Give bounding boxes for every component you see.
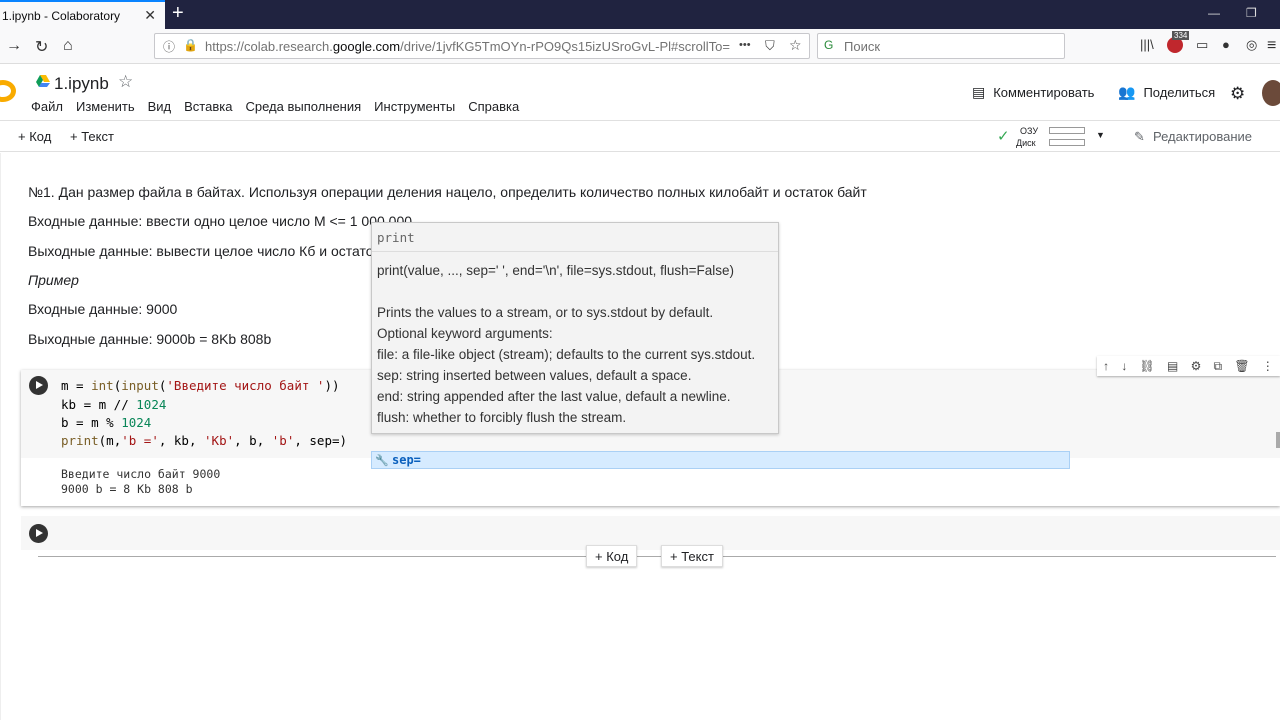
tooltip-doc-line: Optional keyword arguments: (377, 326, 553, 341)
example-input-line: Входные данные: 9000 (28, 301, 178, 317)
task-line: №1. Дан размер файла в байтах. Используя… (28, 184, 867, 200)
resources-indicator[interactable]: ОЗУ Диск (1016, 125, 1085, 149)
comment-icon: ▤ (972, 84, 986, 100)
comment-cell-icon[interactable]: ▤ (1167, 359, 1178, 373)
star-icon[interactable]: ☆ (118, 72, 133, 92)
add-code-button[interactable]: + Код (586, 545, 638, 567)
home-icon[interactable]: ⌂ (63, 37, 73, 55)
tooltip-doc-line: file: a file-like object (stream); defau… (377, 347, 756, 362)
wrench-icon: 🔧 (375, 454, 389, 467)
code-line-4: print(m,'b =', kb, 'Kb', b, 'b', sep=) (61, 433, 348, 448)
output-spec-line: Выходные данные: вывести целое число Кб … (28, 243, 414, 259)
menu-tools[interactable]: Инструменты (374, 99, 455, 114)
menu-runtime[interactable]: Среда выполнения (245, 99, 361, 114)
ram-label: ОЗУ (1020, 126, 1039, 136)
autocomplete-item[interactable]: 🔧 sep= (371, 451, 1070, 469)
share-label: Поделиться (1143, 85, 1216, 100)
editing-mode-button[interactable]: Редактирование (1153, 129, 1252, 144)
share-button[interactable]: 👥 Поделиться (1118, 84, 1215, 101)
drive-icon[interactable] (36, 75, 50, 87)
menu-view[interactable]: Вид (148, 99, 172, 114)
browser-titlebar: 1.ipynb - Colaboratory ✕ + — ❐ (0, 0, 1280, 29)
browser-tab[interactable]: 1.ipynb - Colaboratory ✕ (0, 0, 165, 29)
cell-toolbar: ↑ ↓ ⛓ ▤ ⚙ ⧉ 🗑 ⋮ (1097, 356, 1280, 376)
disk-bar (1049, 139, 1085, 146)
library-icon[interactable]: |||\ (1140, 37, 1154, 52)
sync-icon[interactable]: ● (1222, 37, 1230, 52)
run-cell-button[interactable] (29, 524, 48, 543)
ram-bar (1049, 127, 1085, 134)
page-actions-icon[interactable]: ••• (739, 39, 751, 51)
input-spec-line: Входные данные: ввести одно целое число … (28, 213, 413, 229)
output-line-2: 9000 b = 8 Kb 808 b (61, 482, 193, 496)
delete-cell-icon[interactable]: 🗑 (1234, 359, 1249, 373)
connected-check-icon: ✓ (997, 128, 1010, 145)
search-bar[interactable]: G Поиск (817, 33, 1065, 59)
pocket-icon[interactable]: ⛉ (765, 38, 775, 54)
link-icon[interactable]: ⛓ (1140, 359, 1155, 373)
comment-button[interactable]: ▤ Комментировать (972, 84, 1094, 101)
add-text-button[interactable]: + Текст (70, 129, 114, 144)
more-options-icon[interactable]: ⋮ (1262, 359, 1274, 373)
tooltip-doc-line: sep: string inserted between values, def… (377, 368, 692, 383)
new-tab-button[interactable]: + (172, 3, 184, 23)
info-icon[interactable]: ⓘ (163, 38, 175, 55)
extension-icon[interactable]: ◎ (1246, 37, 1257, 53)
move-up-icon[interactable]: ↑ (1103, 359, 1109, 373)
browser-navbar: → ↻ ⌂ ⓘ 🔒 https://colab.research.google.… (0, 29, 1280, 64)
autocomplete-label: sep= (392, 453, 421, 467)
cell-settings-icon[interactable]: ⚙ (1191, 359, 1202, 373)
empty-code-cell[interactable] (21, 516, 1280, 550)
example-heading: Пример (28, 272, 79, 288)
avatar[interactable] (1262, 80, 1280, 106)
bookmark-star-icon[interactable]: ☆ (789, 37, 802, 54)
code-line-3: b = m % 1024 (61, 415, 152, 430)
url-bar[interactable]: ⓘ 🔒 https://colab.research.google.com/dr… (154, 33, 810, 59)
notebook-toolbar: + Код + Текст ✓ ОЗУ Диск ▼ ✎ Редактирова… (0, 120, 1280, 152)
minimize-icon[interactable]: — (1208, 6, 1220, 20)
tooltip-doc-line: flush: whether to forcibly flush the str… (377, 410, 627, 425)
add-text-button[interactable]: + Текст (661, 545, 723, 567)
add-cell-divider (38, 556, 1276, 557)
resources-dropdown-icon[interactable]: ▼ (1096, 130, 1105, 140)
share-people-icon: 👥 (1118, 84, 1136, 100)
maximize-icon[interactable]: ❐ (1246, 6, 1257, 20)
signature-tooltip: print print(value, ..., sep=' ', end='\n… (371, 222, 779, 434)
forward-icon[interactable]: → (6, 37, 22, 55)
add-code-button[interactable]: + Код (18, 129, 51, 144)
notebook-title[interactable]: 1.ipynb (54, 74, 109, 94)
lock-icon: 🔒 (183, 38, 198, 52)
menu-edit[interactable]: Изменить (76, 99, 135, 114)
comment-label: Комментировать (993, 85, 1095, 100)
move-down-icon[interactable]: ↓ (1121, 359, 1127, 373)
tooltip-header: print (372, 223, 778, 252)
settings-gear-icon[interactable]: ⚙ (1230, 84, 1245, 104)
code-line-2: kb = m // 1024 (61, 397, 167, 412)
output-line-1: Введите число байт 9000 (61, 467, 221, 481)
reload-icon[interactable]: ↻ (35, 37, 48, 57)
menu-file[interactable]: Файл (31, 99, 63, 114)
example-output-line: Выходные данные: 9000b = 8Kb 808b (28, 331, 272, 347)
menu-icon[interactable]: ≡ (1267, 37, 1276, 55)
url-text: https://colab.research.google.com/drive/… (205, 39, 730, 54)
disk-label: Диск (1016, 138, 1036, 148)
adblock-badge: 334 (1172, 31, 1190, 40)
code-line-1: m = int(input('Введите число байт ')) (61, 378, 340, 393)
tab-title: 1.ipynb - Colaboratory (2, 8, 121, 23)
edit-pencil-icon: ✎ (1134, 129, 1145, 144)
tooltip-signature: print(value, ..., sep=' ', end='\n', fil… (377, 263, 734, 278)
tab-close-icon[interactable]: ✕ (144, 7, 156, 24)
sidebar-icon[interactable]: ▭ (1196, 37, 1208, 53)
search-placeholder: Поиск (844, 39, 881, 54)
tooltip-doc-line: Prints the values to a stream, or to sys… (377, 305, 714, 320)
run-cell-button[interactable] (29, 376, 48, 395)
menu-bar: Файл Изменить Вид Вставка Среда выполнен… (31, 99, 519, 114)
search-icon: G (824, 38, 834, 52)
menu-insert[interactable]: Вставка (184, 99, 232, 114)
tooltip-doc-line: end: string appended after the last valu… (377, 389, 731, 404)
scrollbar-marker[interactable] (1276, 432, 1280, 448)
mirror-cell-icon[interactable]: ⧉ (1214, 359, 1223, 374)
menu-help[interactable]: Справка (468, 99, 519, 114)
